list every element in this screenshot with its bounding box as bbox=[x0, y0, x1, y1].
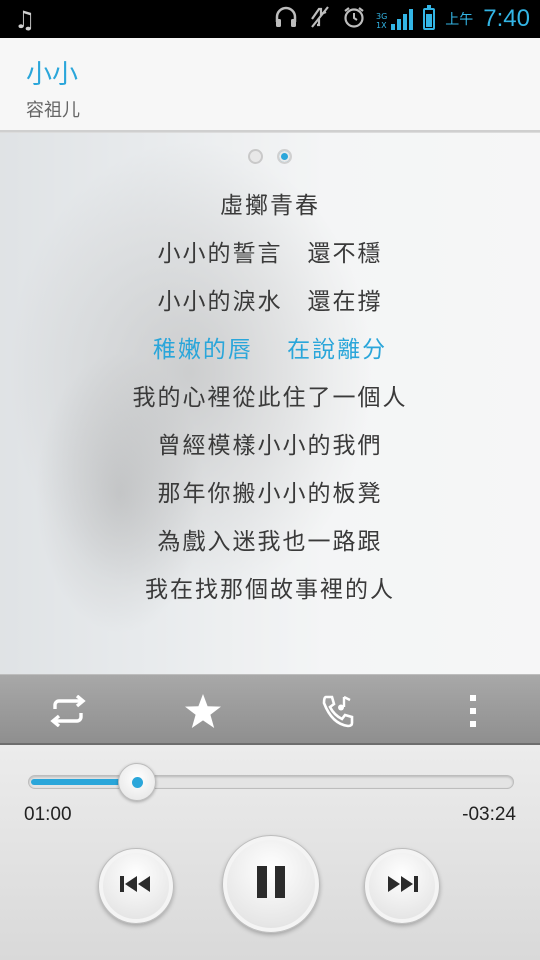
lyric-line: 為戲入迷我也一路跟 bbox=[157, 529, 383, 555]
lyrics-panel[interactable]: 虛擲青春小小的誓言 還不穩 小小的淚水 還在撐 稚嫩的唇 在說離分 我的心裡從此住了一… bbox=[0, 133, 540, 674]
seek-bar[interactable] bbox=[28, 775, 514, 789]
status-am-pm: 上午 bbox=[445, 12, 474, 28]
favorite-star-icon bbox=[184, 693, 222, 729]
remaining-time: -03:24 bbox=[462, 804, 516, 825]
pause-icon bbox=[255, 865, 287, 903]
lyric-line: 我的心裡從此住了一個人 bbox=[132, 385, 408, 411]
playback-controls: 01:00 -03:24 bbox=[0, 745, 540, 960]
next-track-button[interactable] bbox=[364, 848, 440, 924]
repeat-icon bbox=[47, 694, 89, 727]
skip-next-icon bbox=[385, 874, 419, 898]
previous-track-button[interactable] bbox=[98, 848, 174, 924]
lyric-line: 我在找那個故事裡的人 bbox=[145, 577, 395, 603]
battery-icon bbox=[423, 5, 436, 30]
more-vert-icon bbox=[468, 693, 478, 729]
alarm-icon bbox=[342, 5, 366, 33]
page-indicator bbox=[0, 149, 540, 164]
song-header: 小小 容祖儿 bbox=[0, 38, 540, 132]
artist-name: 容祖儿 bbox=[26, 100, 80, 121]
status-time: 7:40 bbox=[483, 5, 530, 32]
more-options-button[interactable] bbox=[405, 675, 540, 746]
lyric-line: 小小的誓言 還不穩 bbox=[157, 241, 383, 267]
status-right: 3G 1X 上午 7:40 bbox=[274, 0, 530, 38]
status-bar: ♫ 3G 1X 上午 7:40 bbox=[0, 0, 540, 38]
headphones-icon bbox=[274, 6, 298, 32]
lyric-line: 小小的淚水 還在撐 bbox=[157, 289, 383, 315]
call-ringtone-icon bbox=[320, 693, 356, 729]
lyric-line-current: 稚嫩的唇 在說離分 bbox=[152, 337, 388, 363]
song-title: 小小 bbox=[26, 60, 79, 90]
lyric-line: 那年你搬小小的板凳 bbox=[157, 481, 383, 507]
lyric-line: 虛擲青春 bbox=[220, 193, 320, 219]
network-type-label: 3G 1X bbox=[375, 11, 388, 30]
page-dot[interactable] bbox=[248, 149, 263, 164]
repeat-button[interactable] bbox=[0, 675, 135, 746]
seek-thumb[interactable] bbox=[118, 763, 157, 801]
player-toolbar bbox=[0, 674, 540, 745]
skip-previous-icon bbox=[119, 874, 153, 898]
vibrate-off-icon bbox=[308, 5, 332, 33]
lyric-line: 曾經模樣小小的我們 bbox=[157, 433, 383, 459]
ringtone-button[interactable] bbox=[270, 675, 405, 746]
play-pause-button[interactable] bbox=[222, 835, 320, 933]
lyrics-list: 虛擲青春小小的誓言 還不穩 小小的淚水 還在撐 稚嫩的唇 在說離分 我的心裡從此住了一… bbox=[0, 190, 540, 622]
signal-icon: 3G 1X bbox=[375, 8, 414, 30]
favorite-button[interactable] bbox=[135, 675, 270, 746]
elapsed-time: 01:00 bbox=[24, 804, 72, 825]
music-note-icon: ♫ bbox=[14, 6, 36, 34]
page-dot[interactable] bbox=[277, 149, 292, 164]
